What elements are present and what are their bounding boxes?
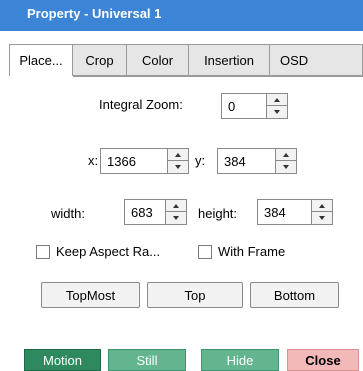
arrow-up-icon bbox=[175, 152, 181, 157]
arrow-down-icon bbox=[274, 110, 280, 114]
tab-label: Crop bbox=[85, 52, 114, 68]
x-label: x: bbox=[88, 153, 99, 168]
arrow-down-icon bbox=[283, 165, 289, 169]
x-value: 1366 bbox=[107, 154, 136, 169]
spinner-down-button[interactable] bbox=[312, 212, 332, 224]
x-spinner[interactable]: 1366 bbox=[100, 148, 189, 174]
topmost-label: TopMost bbox=[65, 287, 116, 303]
width-value: 683 bbox=[131, 205, 153, 220]
arrow-down-icon bbox=[173, 216, 179, 220]
tab-label: Insertion bbox=[204, 52, 254, 68]
hide-button[interactable]: Hide bbox=[201, 349, 279, 371]
bottom-label: Bottom bbox=[273, 287, 316, 303]
width-label: width: bbox=[51, 206, 85, 221]
tab-bar: Place... Crop Color Insertion OSD bbox=[9, 44, 363, 76]
keep-aspect-ratio-checkbox[interactable] bbox=[36, 245, 50, 259]
spinner-up-button[interactable] bbox=[267, 94, 287, 106]
tab-color[interactable]: Color bbox=[127, 44, 189, 76]
spinner-down-button[interactable] bbox=[166, 212, 186, 224]
y-label: y: bbox=[195, 153, 206, 168]
motion-label: Motion bbox=[42, 352, 83, 368]
arrow-down-icon bbox=[319, 216, 325, 220]
y-spinner[interactable]: 384 bbox=[217, 148, 297, 174]
with-frame-checkbox[interactable] bbox=[198, 245, 212, 259]
arrow-up-icon bbox=[283, 152, 289, 157]
spinner-up-button[interactable] bbox=[166, 200, 186, 212]
close-label: Close bbox=[305, 352, 341, 368]
arrow-up-icon bbox=[319, 203, 325, 208]
tab-label: Place... bbox=[19, 53, 63, 68]
tab-osd[interactable]: OSD bbox=[270, 44, 363, 76]
height-value: 384 bbox=[264, 205, 286, 220]
spinner-buttons bbox=[266, 94, 287, 118]
width-spinner[interactable]: 683 bbox=[124, 199, 187, 225]
spinner-buttons bbox=[165, 200, 186, 224]
spinner-down-button[interactable] bbox=[168, 161, 188, 173]
bottom-button[interactable]: Bottom bbox=[250, 282, 339, 308]
spinner-buttons bbox=[275, 149, 296, 173]
tab-label: OSD bbox=[280, 52, 309, 68]
integral-zoom-spinner[interactable]: 0 bbox=[221, 93, 288, 119]
top-button[interactable]: Top bbox=[147, 282, 243, 308]
tab-insertion[interactable]: Insertion bbox=[189, 44, 270, 76]
tab-crop[interactable]: Crop bbox=[73, 44, 127, 76]
y-value: 384 bbox=[224, 154, 246, 169]
spinner-buttons bbox=[167, 149, 188, 173]
spinner-up-button[interactable] bbox=[312, 200, 332, 212]
motion-button[interactable]: Motion bbox=[24, 349, 101, 371]
tab-label: Color bbox=[141, 52, 174, 68]
spinner-down-button[interactable] bbox=[267, 106, 287, 118]
tab-underline bbox=[73, 76, 363, 77]
topmost-button[interactable]: TopMost bbox=[41, 282, 140, 308]
top-label: Top bbox=[184, 287, 206, 303]
spinner-down-button[interactable] bbox=[276, 161, 296, 173]
height-spinner[interactable]: 384 bbox=[257, 199, 333, 225]
still-button[interactable]: Still bbox=[108, 349, 186, 371]
window-title: Property - Universal 1 bbox=[27, 6, 162, 21]
spinner-up-button[interactable] bbox=[276, 149, 296, 161]
with-frame-label: With Frame bbox=[218, 244, 286, 259]
window-title-bar: Property - Universal 1 bbox=[0, 0, 363, 31]
integral-zoom-value: 0 bbox=[228, 99, 236, 114]
tab-placement[interactable]: Place... bbox=[9, 44, 73, 76]
close-button[interactable]: Close bbox=[287, 349, 359, 371]
keep-aspect-ratio-label: Keep Aspect Ra... bbox=[56, 244, 161, 259]
height-label: height: bbox=[198, 206, 238, 221]
spinner-buttons bbox=[311, 200, 332, 224]
arrow-up-icon bbox=[274, 97, 280, 102]
arrow-down-icon bbox=[175, 165, 181, 169]
integral-zoom-label: Integral Zoom: bbox=[99, 97, 183, 112]
hide-label: Hide bbox=[226, 352, 254, 368]
arrow-up-icon bbox=[173, 203, 179, 208]
still-label: Still bbox=[136, 352, 158, 368]
spinner-up-button[interactable] bbox=[168, 149, 188, 161]
